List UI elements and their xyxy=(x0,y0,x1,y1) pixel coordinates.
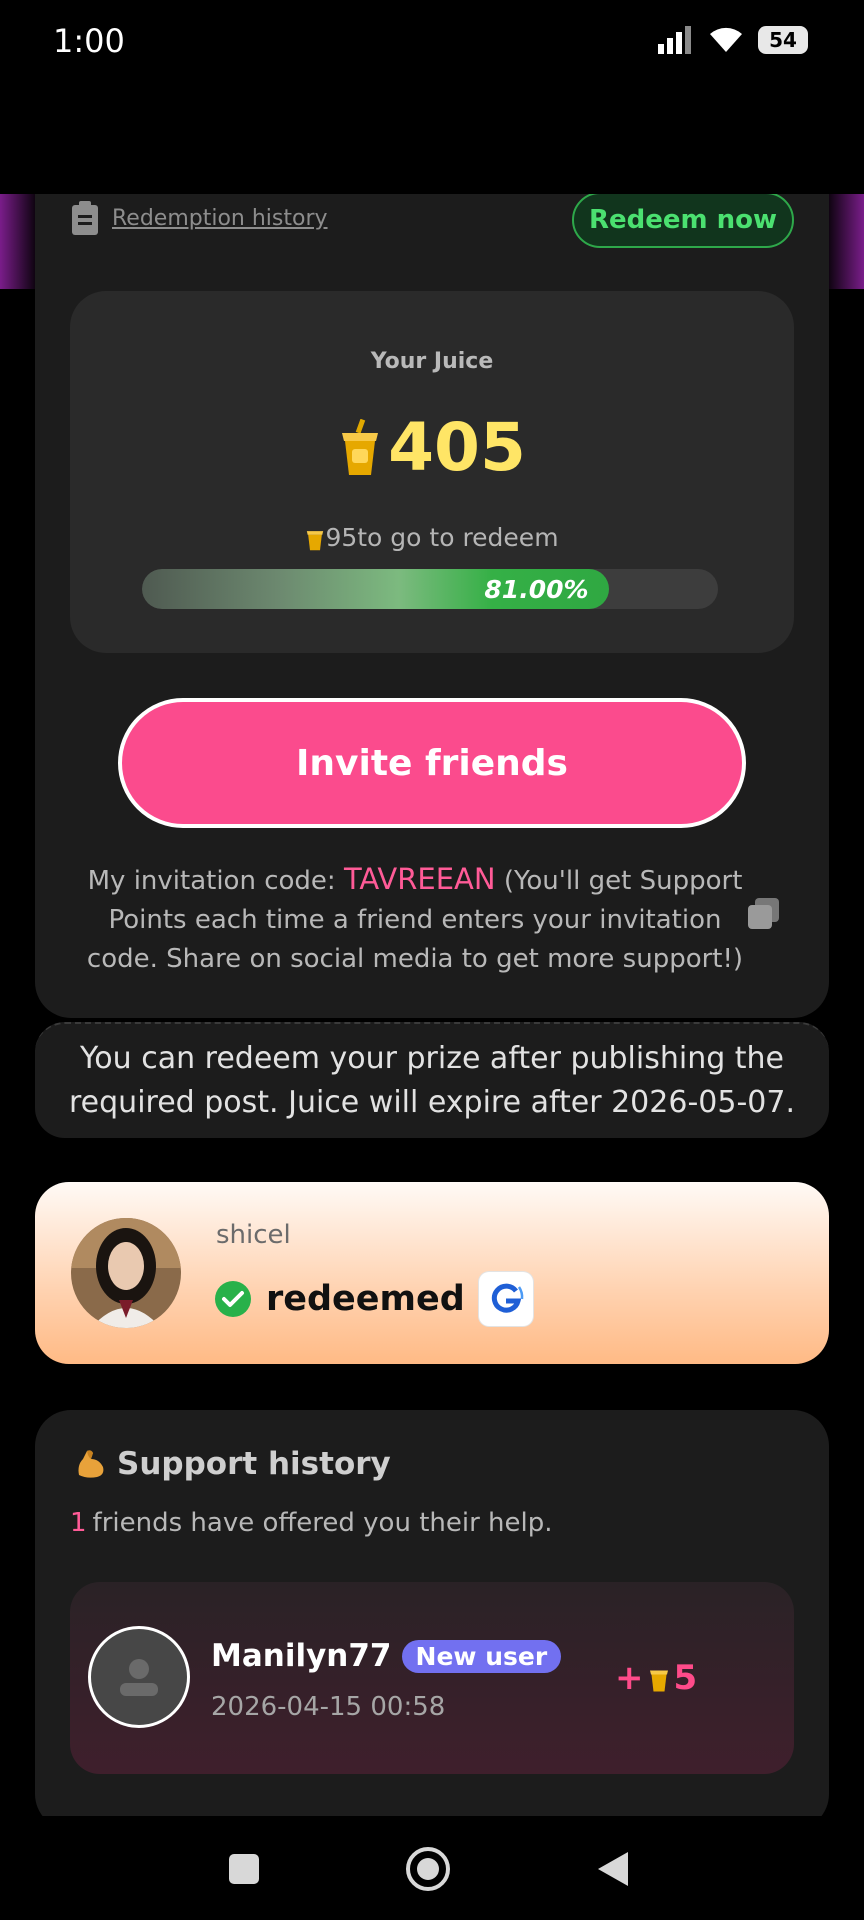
user-silhouette xyxy=(120,1659,158,1696)
plus-sign: + xyxy=(615,1658,644,1698)
support-count-text: friends have offered you their help. xyxy=(92,1508,553,1538)
redeemed-user-card: shicel redeemed xyxy=(35,1182,829,1364)
juice-amount: 405 xyxy=(388,409,526,486)
decorative-glow-left xyxy=(0,194,40,289)
status-icons: 54 xyxy=(658,26,808,54)
friend-name-row: Manilyn77 New user xyxy=(211,1638,562,1674)
to-go-amount: 95 xyxy=(325,523,358,552)
juice-card: Redemption history Redeem now Your Juice… xyxy=(35,194,829,1018)
user-placeholder-icon xyxy=(88,1626,190,1728)
signal-icon xyxy=(658,26,691,54)
app-content: Redemption history Redeem now Your Juice… xyxy=(0,194,864,1816)
redeemed-label: redeemed xyxy=(266,1279,465,1319)
to-go-text: to go to redeem xyxy=(357,523,559,552)
invite-friends-button[interactable]: Invite friends xyxy=(118,698,746,828)
system-nav-bar xyxy=(0,1816,864,1920)
flexed-biceps-icon xyxy=(78,1450,104,1478)
decorative-glow-right xyxy=(824,194,864,289)
support-date: 2026-04-15 00:58 xyxy=(211,1692,446,1722)
support-count-line: 1 friends have offered you their help. xyxy=(70,1508,553,1538)
juice-balance: 405 xyxy=(70,409,794,486)
support-history-card: Support history 1 friends have offered yo… xyxy=(35,1410,829,1816)
juice-balance-panel: Your Juice 405 95 to go to redeem 81.00% xyxy=(70,291,794,653)
battery-indicator: 54 xyxy=(758,26,808,54)
redemption-history-label: Redemption history xyxy=(112,205,328,231)
redemption-history-link[interactable]: Redemption history xyxy=(70,200,328,236)
juice-cup-icon xyxy=(342,418,379,475)
avatar xyxy=(71,1218,181,1328)
redeem-progress-bar: 81.00% xyxy=(142,569,718,609)
support-reward: + 5 xyxy=(615,1658,697,1698)
redeemed-status: redeemed xyxy=(214,1272,533,1326)
clipboard-icon xyxy=(72,201,98,235)
status-time: 1:00 xyxy=(53,22,125,60)
nav-back-icon[interactable] xyxy=(596,1850,630,1888)
check-circle-icon xyxy=(215,1281,251,1317)
invitation-code-prefix: My invitation code: xyxy=(87,866,344,896)
wifi-icon xyxy=(710,27,742,52)
juice-to-go: 95 to go to redeem xyxy=(70,523,794,552)
juice-cup-icon xyxy=(649,1670,668,1692)
support-count: 1 xyxy=(70,1508,87,1538)
user-photo xyxy=(71,1218,181,1328)
g-brand-logo xyxy=(491,1283,524,1313)
juice-cup-icon xyxy=(307,530,324,550)
invitation-code: TAVREEAN xyxy=(343,862,496,896)
copy-icon[interactable] xyxy=(747,897,781,931)
juice-label: Your Juice xyxy=(370,349,494,374)
new-user-badge: New user xyxy=(401,1639,562,1673)
support-title-text: Support history xyxy=(117,1446,391,1482)
progress-label: 81.00% xyxy=(484,574,589,604)
nav-square-icon[interactable] xyxy=(227,1852,261,1886)
invitation-info: My invitation code: TAVREEAN (You'll get… xyxy=(75,860,755,979)
redeemed-username: shicel xyxy=(216,1220,291,1250)
friend-name: Manilyn77 xyxy=(211,1638,392,1674)
nav-home-icon[interactable] xyxy=(405,1846,451,1892)
redeem-now-button[interactable]: Redeem now xyxy=(572,194,794,248)
status-bar: 1:00 54 xyxy=(0,0,864,90)
redeem-notice: You can redeem your prize after publishi… xyxy=(35,1022,829,1138)
reward-amount: 5 xyxy=(673,1658,698,1698)
g-brand-icon xyxy=(478,1272,533,1326)
support-history-title: Support history xyxy=(73,1446,391,1482)
list-item: Manilyn77 New user 2026-04-15 00:58 + 5 xyxy=(70,1582,794,1774)
